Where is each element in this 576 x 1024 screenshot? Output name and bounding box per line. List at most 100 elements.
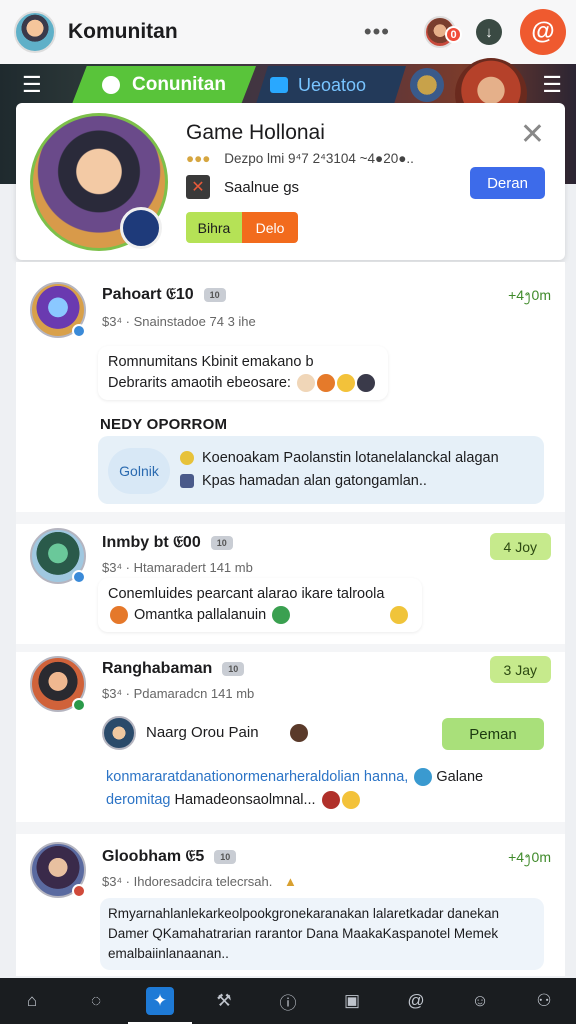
link-card[interactable]: Golnik Koenoakam Paolanstin lotanelalanc… (98, 436, 544, 504)
game-meta: ●●● Dezpo lmi 9⁴7 2⁴3104 ~4●20●.. (186, 151, 414, 166)
author-level-badge: 10 (214, 849, 237, 864)
user-avatar[interactable] (14, 11, 56, 53)
section-title: NEDY OPORROM (100, 416, 228, 433)
menu-right-icon[interactable]: ☰ (542, 72, 562, 98)
post-author-name: Pahoart 𝔈10 (102, 286, 194, 303)
emoji-icon (341, 791, 360, 810)
game-profile-card: Game Hollonai ●●● Dezpo lmi 9⁴7 2⁴3104 ~… (16, 103, 565, 260)
tab-secondary[interactable]: Ueoatoo (256, 66, 406, 104)
post-time-badge: 3 Jay (489, 656, 551, 683)
community-tab-icon (102, 76, 120, 94)
game-icon (180, 474, 194, 489)
tab-community[interactable]: Conunitan (72, 66, 256, 104)
author-level-badge: 10 (203, 287, 226, 302)
post-author-name: Ranghabaman (102, 660, 213, 677)
coin-icon (180, 451, 194, 466)
post-time: +4᪂0m (508, 849, 551, 865)
post-body-line-2: deromitag Hamadeonsaolmnal... (106, 789, 556, 812)
link-pill[interactable]: Golnik (108, 448, 170, 494)
post-body-text: Hamadeonsaolmnal... (174, 792, 316, 808)
post-body-hashtag[interactable]: deromitag (106, 792, 170, 808)
emoji-icon[interactable]: ☺ (466, 987, 494, 1015)
post-body: konmararatdanationormenarheraldolian han… (106, 766, 556, 812)
post-avatar[interactable] (30, 528, 86, 584)
emoji-icon (297, 374, 315, 393)
post-author-name: Gloobham 𝔈5 (102, 848, 205, 865)
post-message-line-2: Omantka pallalanuin (108, 605, 412, 626)
chat-tab-icon (270, 77, 288, 93)
game-subrow: ✕ Saalnue gs (186, 175, 299, 199)
profile-action-button[interactable]: @ (520, 9, 566, 55)
profile-icon[interactable]: ⚇ (530, 987, 558, 1015)
post-author[interactable]: Pahoart 𝔈10 10 (102, 286, 226, 304)
post-author[interactable]: Ranghabaman 10 (102, 660, 245, 678)
primary-action-button[interactable]: Deran (470, 167, 545, 199)
more-options-icon[interactable]: ••• (364, 19, 390, 45)
join-button[interactable]: Peman (442, 718, 544, 750)
author-level-badge: 10 (222, 661, 245, 676)
post-message-text: Omantka pallalanuin (134, 607, 267, 623)
calendar-icon[interactable]: ▣ (338, 987, 366, 1015)
segment-left-button[interactable]: Bihra (186, 212, 242, 243)
link-line-2: Kpas hamadan alan gatongamlan.. (180, 473, 427, 489)
segment-right-button[interactable]: Delo (242, 212, 298, 243)
post-body-link[interactable]: konmararatdanationormenarheraldolian han… (106, 769, 408, 785)
post-message-bubble: Romnumitans Kbinit emakano b Debrarits a… (98, 346, 388, 400)
community-icon[interactable]: ✦ (128, 987, 192, 1024)
menu-icon[interactable]: ☰ (22, 72, 42, 98)
post-avatar[interactable] (30, 282, 86, 338)
community-feed[interactable]: Pahoart 𝔈10 10 $3⁴ · Snainstadoe 74 3 ihe… (16, 262, 565, 976)
close-icon[interactable]: ✕ (520, 117, 545, 152)
game-emblem-icon (120, 207, 162, 249)
author-level-badge: 10 (210, 535, 233, 550)
meta-text: Dezpo lmi 9⁴7 2⁴3104 ~4●20●.. (224, 151, 414, 166)
tab-secondary-label: Ueoatoo (298, 74, 367, 95)
download-icon[interactable]: ↓ (476, 19, 502, 45)
post-body-card: Rmyarnahlanlekarkeolpookgronekaranakan l… (100, 898, 544, 970)
feed-post: Inmby bt 𝔈00 10 $3⁴ · Htamaradert 141 mb … (16, 524, 565, 644)
badge-icon (110, 606, 128, 625)
post-message-line-2: Debrarits amaotih ebeosare: (108, 373, 378, 394)
warning-icon: ▲ (283, 874, 297, 889)
game-subrow-text: Saalnue gs (224, 178, 300, 196)
swords-icon: ✕ (186, 175, 210, 199)
post-author[interactable]: Inmby bt 𝔈00 10 (102, 534, 233, 552)
info-icon[interactable]: ⓘ (274, 987, 302, 1015)
post-time-badge: 4 Joy (489, 533, 551, 560)
post-body-line-1: Rmyarnahlanlekarkeolpookgronekaranakan l… (108, 906, 499, 921)
tab-community-label: Conunitan (132, 74, 226, 95)
post-avatar[interactable] (30, 842, 86, 898)
home-icon[interactable]: ⌂ (18, 987, 46, 1015)
post-avatar[interactable] (30, 656, 86, 712)
tools-icon[interactable]: ⚒ (210, 987, 238, 1015)
online-status-icon (72, 884, 86, 898)
chat-icon[interactable]: ◌ (82, 987, 110, 1015)
post-message-line: Romnumitans Kbinit emakano b (108, 354, 314, 370)
post-message-line: Conemluides pearcant alarao ikare talroo… (108, 586, 385, 602)
at-icon[interactable]: @ (402, 987, 430, 1015)
emoji-icon (321, 791, 340, 810)
top-app-bar: Komunitan ••• 0 ↓ @ (0, 0, 576, 64)
inline-avatar[interactable] (102, 716, 136, 750)
segmented-control: Bihra Delo (186, 212, 298, 243)
post-subtitle-text: $3⁴ · Ihdoresadcira telecrsah. (102, 874, 273, 889)
notification-badge: 0 (445, 26, 462, 43)
online-status-icon (72, 324, 86, 338)
link-line-2-text: Kpas hamadan alan gatongamlan.. (202, 473, 427, 489)
page-title: Komunitan (68, 20, 178, 43)
link-line-1-text: Koenoakam Paolanstin lotanelalanckal ala… (202, 450, 499, 466)
post-subtitle: $3⁴ · Htamaradert 141 mb (102, 560, 253, 575)
post-body: Rmyarnahlanlekarkeolpookgronekaranakan l… (108, 904, 538, 964)
banner-hero-art (410, 68, 444, 102)
post-body-line-2: Damer QKamahatrarian rarantor Dana Maaka… (108, 926, 499, 941)
notification-avatar-wrap[interactable]: 0 (424, 16, 476, 48)
emoji-icon (272, 606, 291, 625)
post-body-line-3: emalbaiinlanaanan.. (108, 946, 229, 961)
post-message-text: Debrarits amaotih ebeosare: (108, 375, 291, 391)
post-message-bubble: Conemluides pearcant alarao ikare talroo… (98, 578, 422, 632)
feed-post: Ranghabaman 10 $3⁴ · Pdamaradcn 141 mb 3 … (16, 652, 565, 822)
post-subtitle: $3⁴ · Pdamaradcn 141 mb (102, 686, 255, 701)
post-author[interactable]: Gloobham 𝔈5 10 (102, 848, 237, 866)
emoji-icon (414, 768, 433, 787)
emoji-icon (337, 374, 355, 393)
